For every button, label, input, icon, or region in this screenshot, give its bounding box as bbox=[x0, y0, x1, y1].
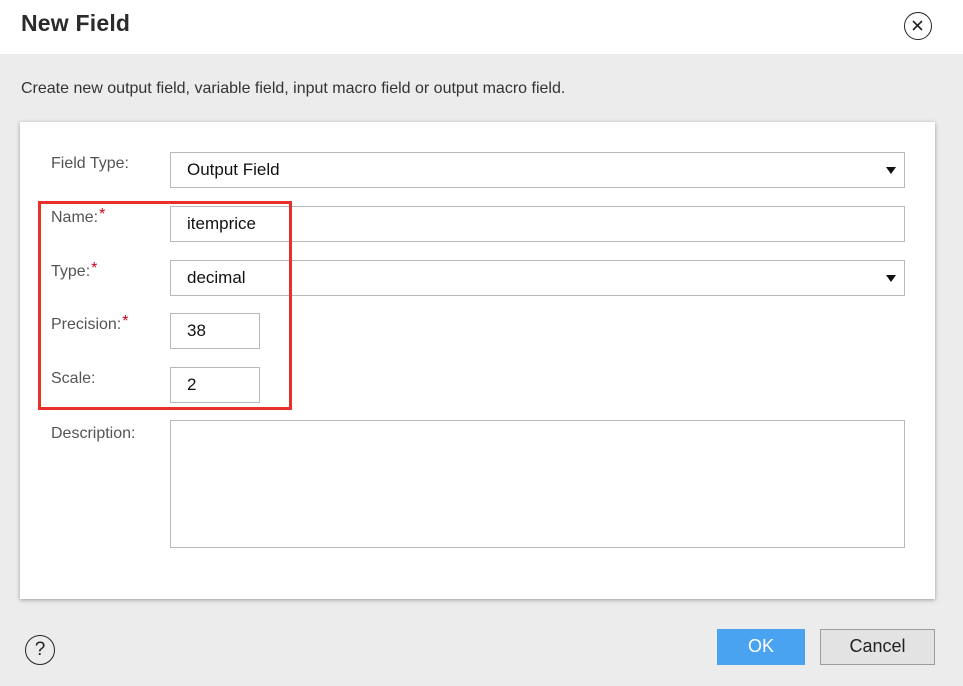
precision-input[interactable]: 38 bbox=[170, 313, 260, 349]
help-button[interactable]: ? bbox=[25, 635, 55, 665]
name-label: Name:* bbox=[51, 206, 106, 226]
field-type-value: Output Field bbox=[187, 160, 280, 179]
dialog-subtitle: Create new output field, variable field,… bbox=[21, 80, 566, 97]
field-type-label: Field Type: bbox=[51, 155, 129, 172]
field-type-select[interactable]: Output Field bbox=[170, 152, 905, 188]
scale-value: 2 bbox=[187, 375, 197, 394]
precision-label: Precision:* bbox=[51, 313, 129, 333]
type-label: Type:* bbox=[51, 260, 98, 280]
name-input[interactable]: itemprice bbox=[170, 206, 905, 242]
dialog-title: New Field bbox=[21, 10, 131, 36]
type-select[interactable]: decimal bbox=[170, 260, 905, 296]
dialog-header: New Field bbox=[0, 0, 963, 54]
caret-down-icon bbox=[886, 275, 896, 282]
help-icon: ? bbox=[34, 639, 46, 660]
close-icon bbox=[912, 20, 923, 31]
close-button[interactable] bbox=[904, 12, 932, 40]
description-label: Description: bbox=[51, 425, 136, 442]
scale-input[interactable]: 2 bbox=[170, 367, 260, 403]
form-panel: Field Type: Output Field Name:* itempric… bbox=[20, 122, 935, 599]
name-value: itemprice bbox=[187, 214, 256, 233]
type-value: decimal bbox=[187, 268, 246, 287]
cancel-button[interactable]: Cancel bbox=[820, 629, 935, 665]
ok-button[interactable]: OK bbox=[717, 629, 805, 665]
scale-label: Scale: bbox=[51, 370, 96, 387]
precision-value: 38 bbox=[187, 321, 206, 340]
required-mark: * bbox=[122, 313, 129, 330]
description-textarea[interactable] bbox=[170, 420, 905, 548]
caret-down-icon bbox=[886, 167, 896, 174]
required-mark: * bbox=[99, 206, 106, 223]
required-mark: * bbox=[91, 260, 98, 277]
